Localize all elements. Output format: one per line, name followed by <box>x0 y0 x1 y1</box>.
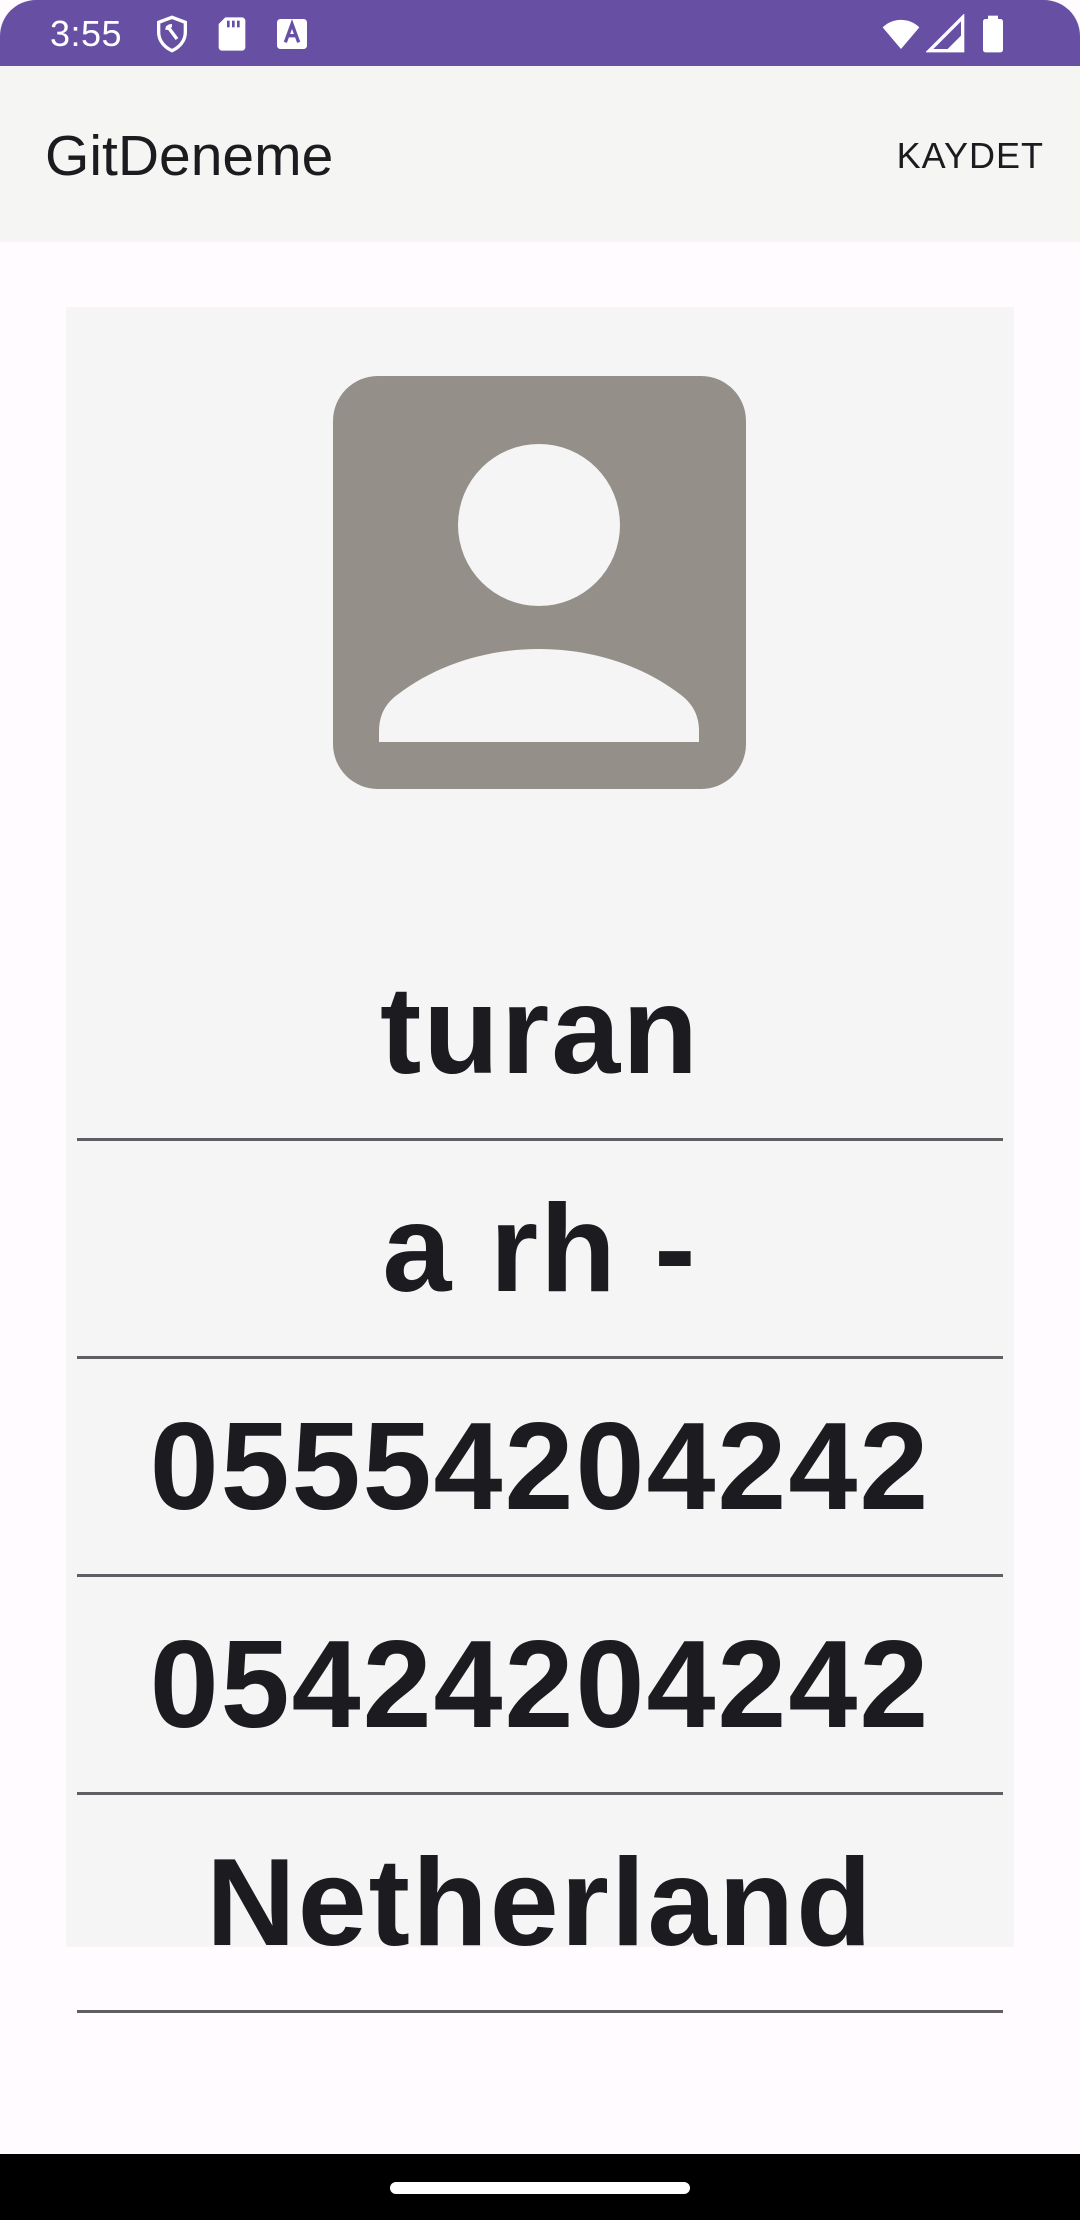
sd-card-icon <box>212 14 252 54</box>
person-placeholder-icon[interactable] <box>333 376 746 789</box>
name-field[interactable]: turan <box>77 923 1003 1141</box>
phone-field[interactable]: 05554204242 <box>77 1359 1003 1577</box>
shield-icon <box>152 14 192 54</box>
name-value: turan <box>380 961 700 1100</box>
wifi-icon <box>878 14 924 54</box>
second-phone-value: 05424204242 <box>149 1615 931 1754</box>
save-button[interactable]: KAYDET <box>897 134 1044 178</box>
app-bar: GitDeneme KAYDET <box>0 66 1080 242</box>
status-bar: 3:55 <box>0 0 1080 66</box>
battery-icon <box>978 14 1008 54</box>
app-title: GitDeneme <box>45 124 334 188</box>
text-a-icon <box>272 14 312 54</box>
country-value: Netherland <box>206 1833 874 1972</box>
signal-icon <box>926 14 966 54</box>
navigation-bar <box>0 2154 1080 2220</box>
phone-value: 05554204242 <box>149 1397 931 1536</box>
second-phone-field[interactable]: 05424204242 <box>77 1577 1003 1795</box>
surname-field[interactable]: a rh - <box>77 1141 1003 1359</box>
home-handle[interactable] <box>390 2182 690 2194</box>
country-field[interactable]: Netherland <box>77 1795 1003 2013</box>
profile-card: turan a rh - 05554204242 05424204242 Net… <box>66 307 1014 2013</box>
status-time: 3:55 <box>50 13 123 54</box>
surname-value: a rh - <box>382 1179 698 1318</box>
